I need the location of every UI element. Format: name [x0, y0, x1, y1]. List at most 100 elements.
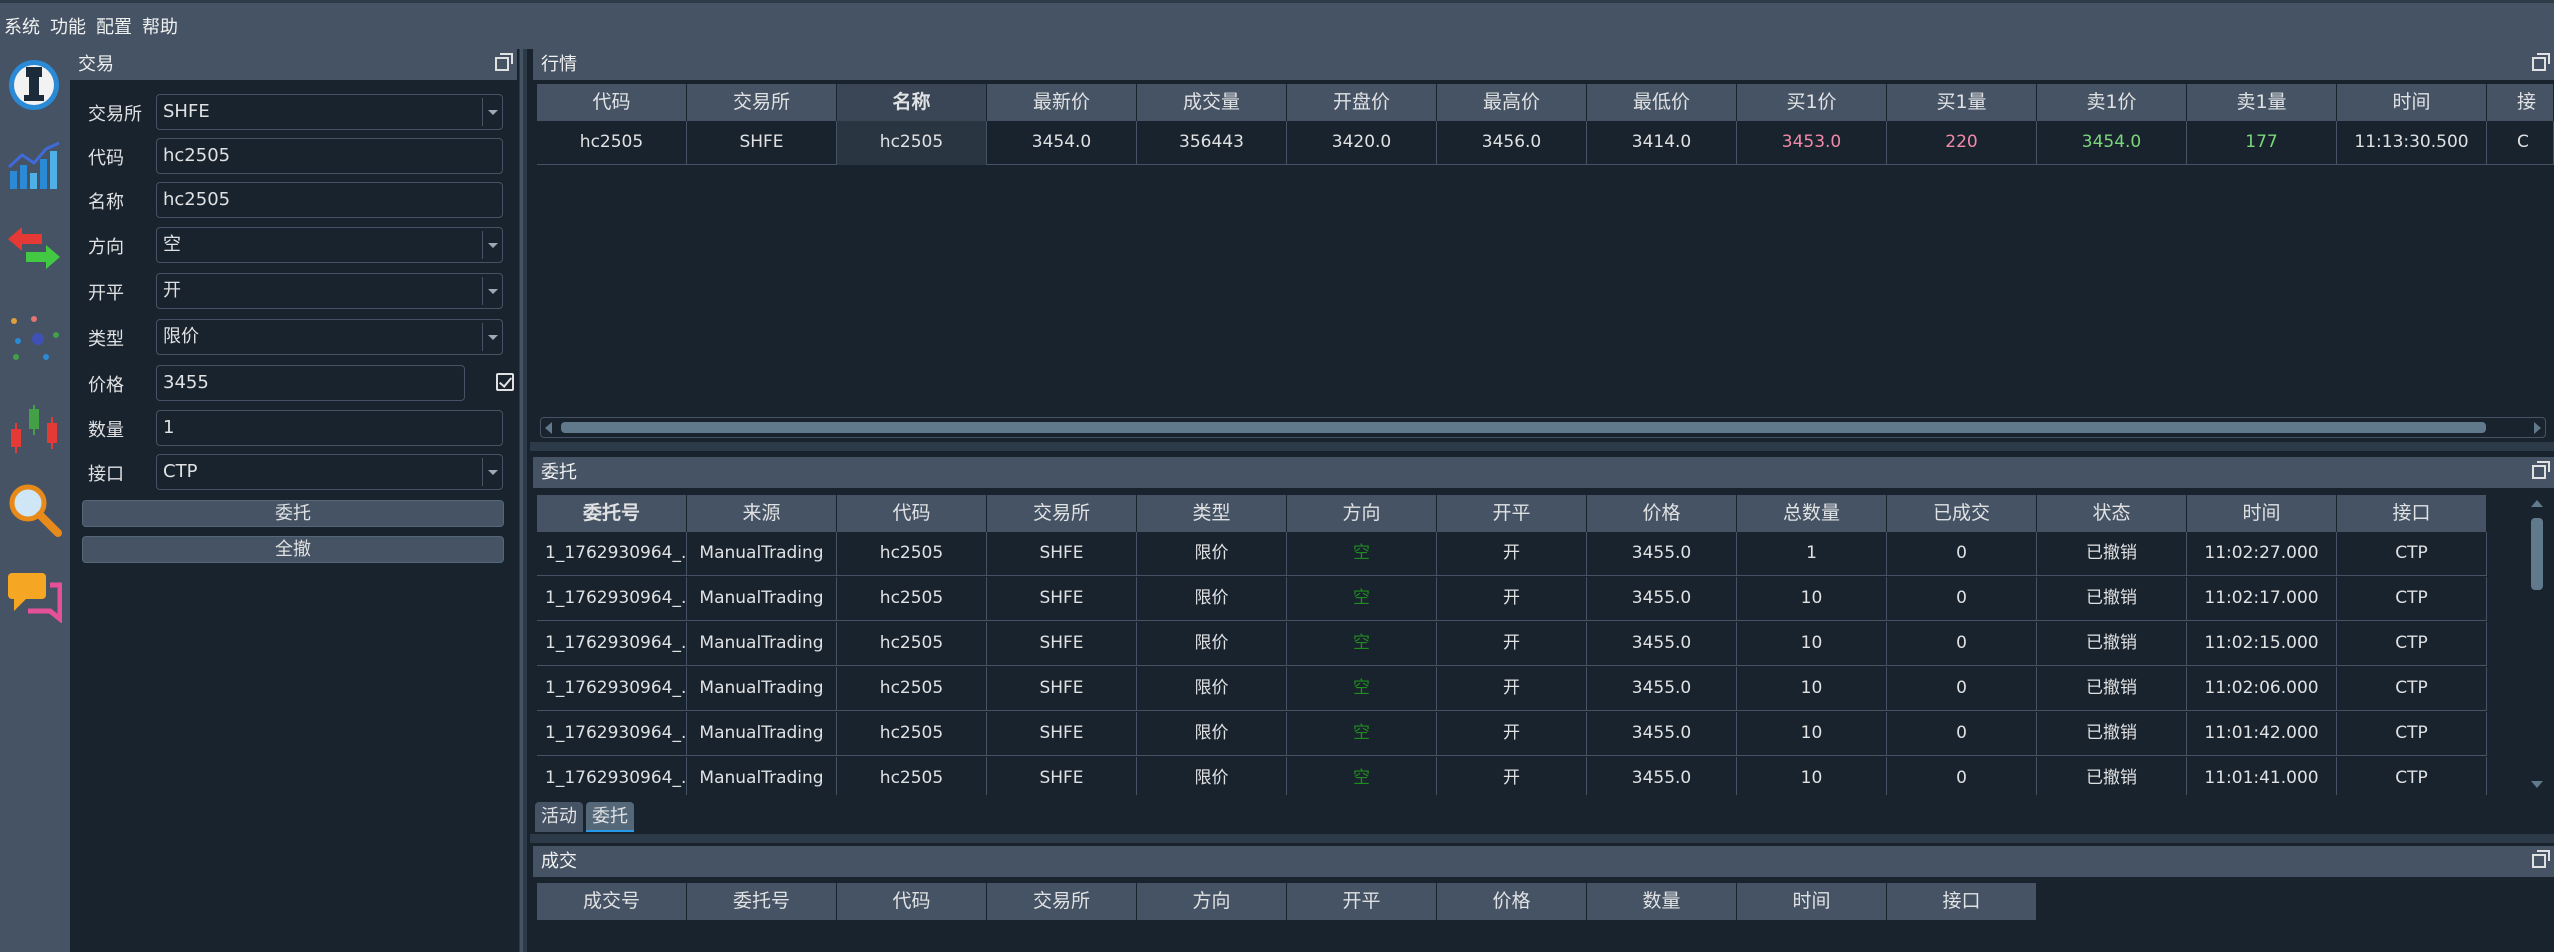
price-checkbox[interactable] — [496, 373, 514, 391]
tab-active-orders[interactable]: 活动 — [535, 802, 583, 832]
search-icon[interactable] — [6, 481, 62, 537]
market-col-askvol1[interactable]: 卖1量 — [2187, 84, 2337, 121]
offset-select[interactable]: 开 — [156, 273, 503, 309]
dock-float-icon[interactable] — [2532, 53, 2550, 71]
tab-all-orders[interactable]: 委托 — [586, 802, 634, 832]
market-col-symbol[interactable]: 代码 — [537, 84, 687, 121]
order-cell: 空 — [1287, 712, 1437, 756]
trades-col-tradeid[interactable]: 成交号 — [537, 883, 687, 920]
market-cell: hc2505 — [537, 121, 687, 165]
market-col-name[interactable]: 名称 — [837, 84, 987, 121]
menu-config[interactable]: 配置 — [96, 13, 132, 39]
market-col-gateway[interactable]: 接 — [2487, 84, 2554, 121]
order-cell: CTP — [2337, 532, 2487, 576]
trades-col-symbol[interactable]: 代码 — [837, 883, 987, 920]
scroll-left-icon[interactable] — [545, 422, 552, 434]
order-type-value: 限价 — [163, 326, 199, 347]
order-type-select[interactable]: 限价 — [156, 319, 503, 355]
scroll-down-icon[interactable] — [2531, 781, 2543, 788]
orders-title: 委托 — [541, 462, 577, 483]
menu-system[interactable]: 系统 — [4, 13, 40, 39]
chat-icon[interactable] — [6, 567, 62, 623]
order-cell: 空 — [1287, 577, 1437, 621]
orders-col-traded[interactable]: 已成交 — [1887, 495, 2037, 532]
market-dock-title: 行情 — [533, 49, 2554, 80]
orders-col-gateway[interactable]: 接口 — [2337, 495, 2487, 532]
order-cell: SHFE — [987, 532, 1137, 576]
market-col-bidvol1[interactable]: 买1量 — [1887, 84, 2037, 121]
scrollbar-handle[interactable] — [561, 422, 2486, 433]
orders-vertical-scrollbar[interactable] — [2528, 498, 2546, 790]
exchange-row: 交易所 SHFE — [88, 94, 503, 130]
market-col-volume[interactable]: 成交量 — [1137, 84, 1287, 121]
trades-col-exchange[interactable]: 交易所 — [987, 883, 1137, 920]
market-col-open[interactable]: 开盘价 — [1287, 84, 1437, 121]
market-col-last[interactable]: 最新价 — [987, 84, 1137, 121]
table-row[interactable]: 1_1762930964_... ManualTrading hc2505 SHFE 限… — [537, 577, 2487, 621]
trades-col-offset[interactable]: 开平 — [1287, 883, 1437, 920]
trades-col-volume[interactable]: 数量 — [1587, 883, 1737, 920]
table-row[interactable]: 1_1762930964_... ManualTrading hc2505 SHFE 限… — [537, 712, 2487, 756]
trades-col-gateway[interactable]: 接口 — [1887, 883, 2037, 920]
trades-col-direction[interactable]: 方向 — [1137, 883, 1287, 920]
dock-splitter[interactable] — [530, 442, 2554, 451]
order-cell: 3455.0 — [1587, 577, 1737, 621]
orders-col-offset[interactable]: 开平 — [1437, 495, 1587, 532]
menu-function[interactable]: 功能 — [50, 13, 86, 39]
dock-float-icon[interactable] — [2532, 461, 2550, 479]
order-cell: 1_1762930964_... — [537, 532, 687, 576]
symbol-input[interactable]: hc2505 — [156, 138, 503, 174]
table-row[interactable]: hc2505 SHFE hc2505 3454.0 356443 3420.0 … — [537, 121, 2554, 165]
market-col-exchange[interactable]: 交易所 — [687, 84, 837, 121]
name-input[interactable]: hc2505 — [156, 182, 503, 218]
market-horizontal-scrollbar[interactable] — [540, 417, 2546, 438]
table-row[interactable]: 1_1762930964_... ManualTrading hc2505 SHFE 限… — [537, 667, 2487, 711]
market-col-low[interactable]: 最低价 — [1587, 84, 1737, 121]
direction-select[interactable]: 空 — [156, 227, 503, 263]
dock-float-icon[interactable] — [2532, 850, 2550, 868]
orders-col-orderid[interactable]: 委托号 — [537, 495, 687, 532]
dock-float-icon[interactable] — [495, 53, 513, 71]
exchange-select[interactable]: SHFE — [156, 94, 503, 130]
scroll-up-icon[interactable] — [2531, 500, 2543, 507]
trades-col-price[interactable]: 价格 — [1437, 883, 1587, 920]
table-row[interactable]: 1_1762930964_... ManualTrading hc2505 SHFE 限… — [537, 757, 2487, 795]
menu-help[interactable]: 帮助 — [142, 13, 178, 39]
market-col-ask1[interactable]: 卖1价 — [2037, 84, 2187, 121]
order-cell: CTP — [2337, 712, 2487, 756]
candlestick-icon[interactable] — [6, 399, 62, 455]
swap-arrows-icon[interactable] — [6, 221, 62, 277]
send-order-button[interactable]: 委托 — [82, 500, 504, 527]
trades-col-time[interactable]: 时间 — [1737, 883, 1887, 920]
market-col-high[interactable]: 最高价 — [1437, 84, 1587, 121]
market-col-time[interactable]: 时间 — [2337, 84, 2487, 121]
gateway-select[interactable]: CTP — [156, 454, 503, 490]
table-row[interactable]: 1_1762930964_... ManualTrading hc2505 SHFE 限… — [537, 622, 2487, 666]
table-row[interactable]: 1_1762930964_... ManualTrading hc2505 SHFE 限… — [537, 532, 2487, 576]
orders-col-direction[interactable]: 方向 — [1287, 495, 1437, 532]
volume-input[interactable]: 1 — [156, 410, 503, 446]
trading-icon[interactable] — [6, 55, 62, 111]
direction-label: 方向 — [88, 237, 124, 258]
order-cell: 0 — [1887, 532, 2037, 576]
orders-col-source[interactable]: 来源 — [687, 495, 837, 532]
dock-splitter[interactable] — [530, 834, 2554, 843]
orders-col-type[interactable]: 类型 — [1137, 495, 1287, 532]
orders-col-time[interactable]: 时间 — [2187, 495, 2337, 532]
orders-col-status[interactable]: 状态 — [2037, 495, 2187, 532]
price-input[interactable]: 3455 — [156, 365, 465, 401]
scrollbar-handle[interactable] — [2531, 518, 2543, 590]
trades-col-orderid[interactable]: 委托号 — [687, 883, 837, 920]
orders-col-symbol[interactable]: 代码 — [837, 495, 987, 532]
orders-col-price[interactable]: 价格 — [1587, 495, 1737, 532]
market-col-bid1[interactable]: 买1价 — [1737, 84, 1887, 121]
cancel-all-button[interactable]: 全撤 — [82, 536, 504, 563]
dock-splitter[interactable] — [519, 49, 527, 952]
orders-col-exchange[interactable]: 交易所 — [987, 495, 1137, 532]
trade-title: 交易 — [78, 54, 114, 75]
orders-col-volume[interactable]: 总数量 — [1737, 495, 1887, 532]
scroll-right-icon[interactable] — [2534, 422, 2541, 434]
scatter-dots-icon[interactable] — [6, 311, 62, 367]
chart-icon[interactable] — [6, 137, 62, 193]
order-cell: 限价 — [1137, 667, 1287, 711]
